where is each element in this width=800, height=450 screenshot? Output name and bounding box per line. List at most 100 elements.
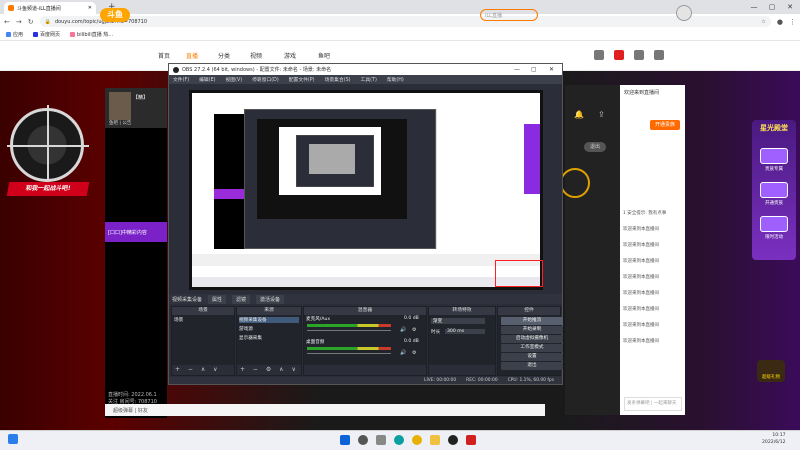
menu-view[interactable]: 视图(V) [225, 76, 242, 83]
list-item[interactable]: 视频采集设备 [239, 317, 299, 323]
mixer-channels: 麦克风/Aux 0.0 dB 🔊 ⚙ 桌面音频 0.0 dB 🔊 ⚙ [304, 315, 426, 365]
list-item[interactable]: 游戏源 [239, 326, 253, 332]
menu-file[interactable]: 文件(F) [173, 76, 189, 83]
start-streaming-button[interactable]: 开始推流 [501, 317, 563, 325]
speaker-icon[interactable]: 🔊 [400, 350, 406, 356]
chrome-icon[interactable] [412, 435, 422, 445]
history-icon[interactable] [634, 50, 644, 60]
list-item[interactable]: 场景 [174, 317, 183, 323]
download-icon[interactable] [594, 50, 604, 60]
nav-video[interactable]: 视频 [250, 51, 262, 60]
speaker-icon[interactable]: 🔊 [400, 327, 406, 333]
windows-start-icon[interactable] [340, 435, 350, 445]
virtual-camera-button[interactable]: 启动虚拟摄像机 [501, 335, 563, 343]
notification-icon[interactable] [614, 50, 624, 60]
controls-dock: 控件 开始推流 开始录制 启动虚拟摄像机 工作室模式 设置 退出 [497, 306, 563, 376]
task-view-icon[interactable] [376, 435, 386, 445]
clock-date: 2022/6/12 [762, 440, 786, 445]
obs-taskbar-icon[interactable] [448, 435, 458, 445]
bell-icon[interactable]: 🔔 [574, 110, 584, 119]
gift-bar[interactable]: 超级弹幕 | 好友 [105, 404, 545, 416]
preview-banner [214, 189, 244, 199]
gear-icon[interactable]: ⚙ [412, 327, 416, 333]
stream-video[interactable] [105, 88, 167, 418]
menu-scene-collection[interactable]: 场景集合(S) [325, 76, 351, 83]
minimize-icon[interactable]: — [746, 1, 762, 13]
exit-obs-button[interactable]: 退出 [501, 362, 563, 370]
chat-line: 1 安全提示: 我有点事 [623, 211, 667, 216]
level-ring-icon [560, 168, 590, 198]
upload-icon[interactable] [654, 50, 664, 60]
site-search-input[interactable]: iLL直播 [480, 9, 538, 21]
obs-minimize-icon[interactable]: — [514, 64, 520, 75]
scenes-dock-controls[interactable]: + − ∧ ∨ [172, 365, 234, 375]
nav-live[interactable]: 直播 [186, 51, 198, 60]
mixer-channel-name: 桌面音频 [306, 340, 325, 345]
promo-chip-icon[interactable] [760, 216, 788, 232]
close-tab-icon[interactable]: ✕ [88, 5, 92, 11]
source-selection-box[interactable] [495, 260, 543, 287]
bookmark-apps[interactable]: 应用 [6, 31, 23, 38]
back-icon[interactable]: ← [4, 18, 10, 26]
filters-button[interactable]: 滤镜 [232, 294, 251, 304]
promo-chip-icon[interactable] [760, 148, 788, 164]
studio-mode-button[interactable]: 工作室模式 [501, 344, 563, 352]
address-bar[interactable]: 🔒 douyu.com/topic/ugj2sz?rid=708710 ☆ [39, 16, 771, 27]
menu-edit[interactable]: 编辑(E) [199, 76, 215, 83]
list-item[interactable]: 显示器采集 [239, 335, 262, 341]
gear-icon[interactable]: ⚙ [412, 350, 416, 356]
side-banner[interactable]: [口口]中精彩内容 [105, 222, 167, 242]
menu-icon[interactable]: ⋮ [789, 18, 796, 26]
start-recording-button[interactable]: 开始录制 [501, 326, 563, 334]
forward-icon[interactable]: → [16, 18, 22, 26]
promo-chip-icon[interactable] [760, 182, 788, 198]
douyu-logo[interactable]: 斗鱼 [100, 8, 130, 22]
close-window-icon[interactable]: ✕ [782, 1, 798, 13]
share-icon[interactable]: ⇪ [598, 110, 605, 119]
gift-icon[interactable]: 超级礼物 [757, 360, 785, 382]
reload-icon[interactable]: ↻ [28, 18, 34, 26]
exit-button[interactable]: 退出 [584, 142, 606, 152]
file-explorer-icon[interactable] [430, 435, 440, 445]
star-icon[interactable]: ☆ [761, 19, 765, 25]
promo-banner[interactable]: 星光殿堂 贵族专属 开通贵族 限时活动 [752, 120, 796, 260]
nav-games[interactable]: 游戏 [284, 51, 296, 60]
nav-home[interactable]: 首页 [158, 51, 170, 60]
app-taskbar-icon[interactable] [466, 435, 476, 445]
obs-maximize-icon[interactable]: ▢ [531, 64, 537, 75]
tray-clock[interactable]: 10:17 2022/6/12 [762, 432, 786, 446]
menu-tools[interactable]: 工具(T) [361, 76, 377, 83]
widgets-icon[interactable] [8, 434, 18, 444]
mixer-channel-db: 0.0 dB [404, 339, 419, 344]
search-icon[interactable] [358, 435, 368, 445]
nav-category[interactable]: 分类 [218, 51, 230, 60]
maximize-icon[interactable]: ▢ [764, 1, 780, 13]
chat-line: 欢迎来到本直播间 [623, 259, 659, 264]
settings-button[interactable]: 设置 [501, 353, 563, 361]
menu-profile[interactable]: 配置文件(P) [289, 76, 315, 83]
volume-slider[interactable] [307, 353, 391, 354]
edge-icon[interactable] [394, 435, 404, 445]
properties-button[interactable]: 属性 [208, 294, 227, 304]
chat-input[interactable]: 发条弹幕吧 | 一起来聊天 [624, 397, 682, 411]
browser-tab[interactable]: 斗鱼频道-iLL直播间 ✕ [4, 2, 96, 14]
noble-button[interactable]: 开通贵族 [650, 120, 680, 130]
crosshair-logo-icon [7, 105, 89, 187]
profile-icon[interactable]: ● [777, 18, 783, 26]
duration-input[interactable]: 300 ms [445, 329, 485, 334]
promo-title: 星光殿堂 [760, 124, 788, 132]
bookmark-baidu[interactable]: 百度网页 [33, 31, 60, 38]
streamer-name: 【精】 [133, 95, 149, 101]
sources-dock-controls[interactable]: + − ⚙ ∧ ∨ [237, 365, 301, 375]
streamer-avatar[interactable] [109, 92, 131, 120]
menu-help[interactable]: 帮助(H) [387, 76, 404, 83]
volume-slider[interactable] [307, 330, 391, 331]
bookmark-bilibili[interactable]: bilibili直播 热... [70, 31, 113, 38]
transition-select[interactable]: 渐变 [431, 318, 485, 324]
menu-docks[interactable]: 停靠窗口(D) [252, 76, 279, 83]
activate-device-button[interactable]: 激活设备 [256, 294, 285, 304]
nav-fishbar[interactable]: 鱼吧 [318, 51, 330, 60]
obs-close-icon[interactable]: ✕ [549, 64, 554, 75]
obs-titlebar: OBS 27.2.4 (64 bit, windows) - 配置文件: 未命名… [169, 64, 562, 75]
user-avatar[interactable] [676, 5, 692, 21]
